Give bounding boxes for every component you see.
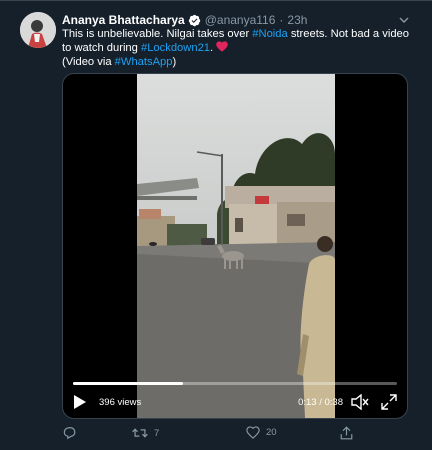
share-button[interactable] (340, 426, 353, 440)
tweet-card[interactable]: Ananya Bhattacharya @ananya116 · 23h Thi… (0, 0, 432, 450)
video-frame[interactable] (137, 74, 335, 418)
share-icon (340, 426, 353, 440)
author-name[interactable]: Ananya Bhattacharya (62, 13, 185, 27)
chevron-down-icon[interactable] (398, 13, 410, 25)
retweet-icon (132, 426, 148, 440)
hashtag-lockdown21[interactable]: #Lockdown21 (141, 42, 210, 54)
volume-icon[interactable] (351, 393, 369, 411)
video-player[interactable]: 396 views 0:13 / 0:38 (62, 73, 408, 419)
hashtag-noida[interactable]: #Noida (252, 28, 287, 40)
separator: · (279, 13, 284, 27)
like-button[interactable]: 20 (246, 426, 277, 439)
reply-button[interactable] (62, 426, 76, 440)
author-handle[interactable]: @ananya116 (205, 13, 276, 27)
tweet-header: Ananya Bhattacharya @ananya116 · 23h (62, 11, 307, 29)
retweet-button[interactable]: 7 (132, 426, 159, 440)
verified-icon (188, 14, 201, 27)
like-count: 20 (266, 427, 277, 438)
tweet-text: This is unbelievable. Nilgai takes over … (62, 28, 412, 69)
tweet-text-segment: ) (172, 56, 177, 68)
tweet-timestamp[interactable]: 23h (287, 13, 307, 27)
progress-fill (73, 382, 184, 385)
view-count: 396 views (99, 397, 142, 408)
tweet-text-segment: (Video via (62, 56, 115, 68)
hashtag-whatsapp[interactable]: #WhatsApp (115, 56, 173, 68)
reply-icon (62, 426, 76, 440)
time-readout: 0:13 / 0:38 (298, 397, 343, 408)
tweet-actions: 7 20 (62, 426, 362, 442)
like-icon (246, 426, 260, 439)
progress-bar[interactable] (73, 382, 397, 385)
retweet-count: 7 (154, 427, 160, 439)
fullscreen-icon[interactable] (381, 394, 397, 410)
heart-emoji-icon (216, 41, 228, 56)
avatar[interactable] (20, 12, 56, 48)
tweet-text-segment: . (210, 42, 214, 54)
video-controls: 396 views 0:13 / 0:38 (63, 392, 407, 418)
tweet-text-segment: This is unbelievable. Nilgai takes over (62, 28, 253, 40)
play-icon[interactable] (73, 394, 87, 410)
